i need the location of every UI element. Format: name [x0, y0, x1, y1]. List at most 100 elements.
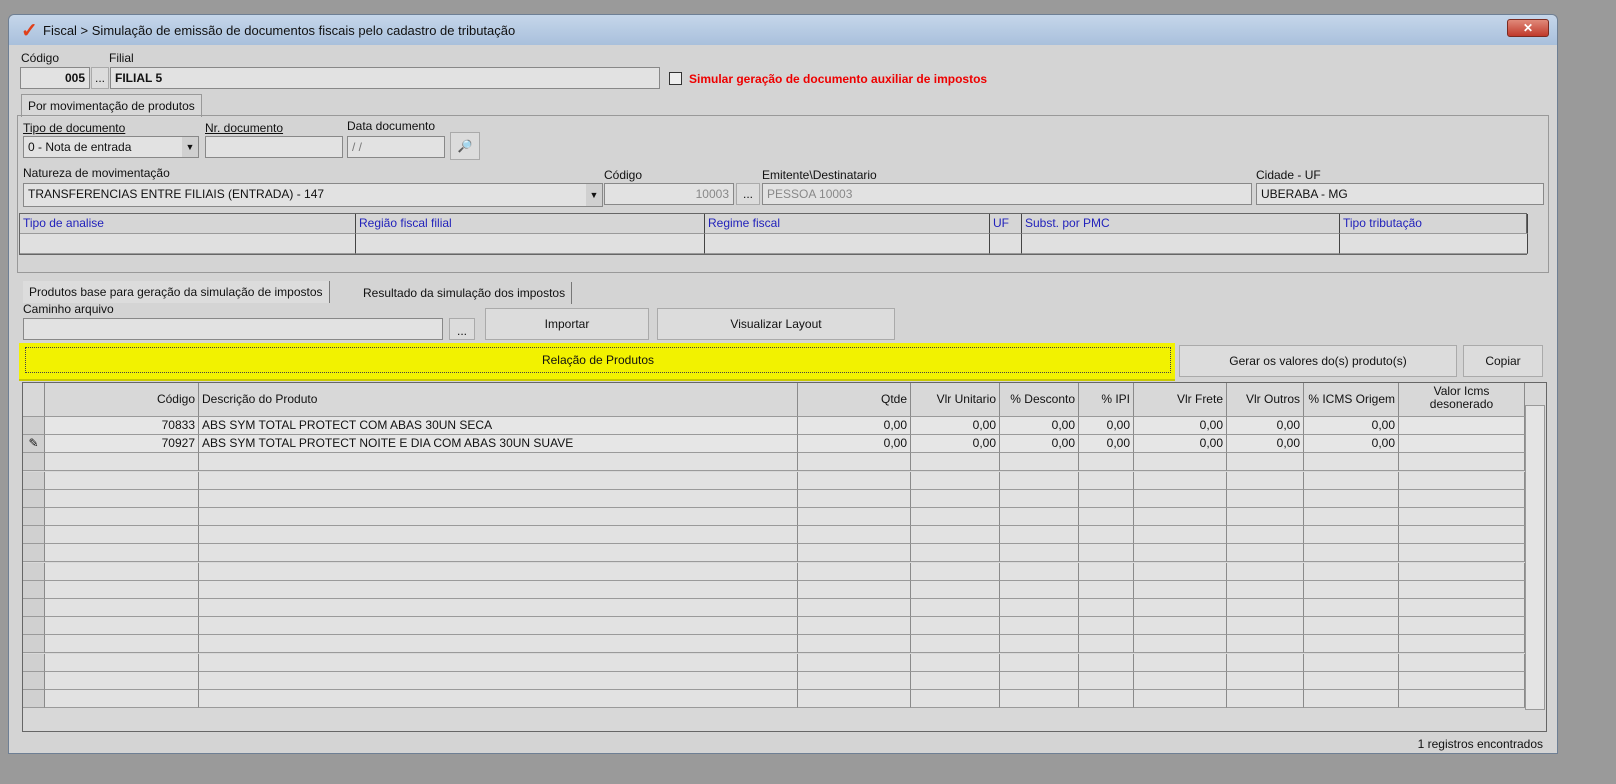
grid-cell[interactable] — [45, 690, 199, 708]
row-selector[interactable] — [23, 508, 45, 526]
grid-cell[interactable] — [1079, 690, 1134, 708]
chevron-down-icon[interactable]: ▼ — [182, 137, 198, 157]
grid-cell[interactable] — [199, 471, 798, 490]
grid-cell[interactable] — [1227, 653, 1304, 672]
grid-cell[interactable] — [911, 599, 1000, 617]
grid-cell[interactable] — [911, 690, 1000, 708]
grid-cell[interactable] — [798, 635, 911, 654]
grid-cell[interactable] — [798, 526, 911, 545]
visualizar-layout-button[interactable]: Visualizar Layout — [657, 308, 895, 340]
grid-cell[interactable]: 0,00 — [1134, 435, 1227, 454]
tab-produtos-base[interactable]: Produtos base para geração da simulação … — [23, 281, 330, 303]
grid-cell[interactable] — [1227, 690, 1304, 708]
grid-cell[interactable] — [1134, 562, 1227, 581]
close-button[interactable]: ✕ — [1507, 19, 1549, 37]
grid-cell[interactable] — [1000, 690, 1079, 708]
grid-cell[interactable] — [911, 489, 1000, 508]
filial-input[interactable]: FILIAL 5 — [110, 67, 660, 89]
grid-cell[interactable] — [45, 453, 199, 472]
grid-cell[interactable] — [199, 617, 798, 636]
grid-cell[interactable] — [1134, 508, 1227, 526]
grid-cell[interactable] — [45, 471, 199, 490]
filial-lookup-button[interactable]: ... — [91, 67, 109, 89]
grid-cell[interactable] — [199, 562, 798, 581]
grid-cell[interactable] — [798, 471, 911, 490]
grid-cell[interactable] — [199, 544, 798, 563]
grid-cell[interactable] — [1227, 580, 1304, 599]
grid-cell[interactable]: 0,00 — [1134, 417, 1227, 435]
grid-cell[interactable] — [1134, 544, 1227, 563]
grid-cell[interactable] — [1399, 617, 1525, 636]
row-selector[interactable] — [23, 635, 45, 654]
column-header[interactable]: Valor Icms desonerado — [1399, 383, 1525, 417]
grid-cell[interactable] — [45, 653, 199, 672]
row-selector[interactable] — [23, 471, 45, 490]
grid-cell[interactable] — [1227, 453, 1304, 472]
grid-cell[interactable] — [1000, 653, 1079, 672]
copiar-button[interactable]: Copiar — [1463, 345, 1543, 377]
grid-cell[interactable] — [1399, 599, 1525, 617]
search-button[interactable]: 🔎 — [450, 132, 480, 160]
grid-cell[interactable] — [1399, 690, 1525, 708]
grid-cell[interactable] — [911, 653, 1000, 672]
grid-cell[interactable] — [1227, 562, 1304, 581]
grid-cell[interactable] — [1000, 562, 1079, 581]
grid-cell[interactable] — [1304, 453, 1399, 472]
row-selector[interactable] — [23, 671, 45, 690]
grid-scrollbar[interactable] — [1525, 405, 1545, 710]
grid-cell[interactable] — [911, 580, 1000, 599]
grid-cell[interactable] — [199, 671, 798, 690]
grid-cell[interactable] — [199, 653, 798, 672]
grid-cell[interactable] — [798, 489, 911, 508]
grid-cell[interactable] — [1227, 526, 1304, 545]
grid-cell[interactable] — [1227, 617, 1304, 636]
grid-cell[interactable] — [1304, 671, 1399, 690]
column-header[interactable]: Vlr Unitario — [911, 383, 1000, 417]
grid-cell[interactable]: 0,00 — [1000, 417, 1079, 435]
importar-button[interactable]: Importar — [485, 308, 649, 340]
grid-cell[interactable] — [911, 453, 1000, 472]
grid-cell[interactable] — [798, 599, 911, 617]
grid-cell[interactable] — [798, 544, 911, 563]
grid-cell[interactable] — [1304, 544, 1399, 563]
tab-resultado[interactable]: Resultado da simulação dos impostos — [357, 282, 573, 304]
grid-cell[interactable] — [1079, 599, 1134, 617]
row-selector[interactable] — [23, 417, 45, 435]
grid-cell[interactable] — [1000, 671, 1079, 690]
grid-cell[interactable] — [45, 489, 199, 508]
grid-cell[interactable] — [45, 544, 199, 563]
grid-cell[interactable] — [1134, 671, 1227, 690]
grid-cell[interactable] — [1399, 671, 1525, 690]
grid-cell[interactable] — [1227, 635, 1304, 654]
grid-cell[interactable] — [1304, 635, 1399, 654]
grid-cell[interactable]: 0,00 — [1079, 435, 1134, 454]
grid-cell[interactable] — [911, 617, 1000, 636]
grid-cell[interactable] — [911, 526, 1000, 545]
grid-cell[interactable] — [1304, 617, 1399, 636]
grid-cell[interactable] — [1304, 471, 1399, 490]
grid-cell[interactable] — [1079, 544, 1134, 563]
grid-cell[interactable]: 0,00 — [1304, 435, 1399, 454]
grid-cell[interactable] — [45, 617, 199, 636]
grid-cell[interactable] — [1227, 544, 1304, 563]
grid-cell[interactable] — [1000, 471, 1079, 490]
grid-cell[interactable] — [1304, 580, 1399, 599]
grid-cell[interactable] — [45, 580, 199, 599]
grid-cell[interactable] — [199, 489, 798, 508]
grid-cell[interactable] — [1304, 653, 1399, 672]
grid-cell[interactable]: ABS SYM TOTAL PROTECT COM ABAS 30UN SECA — [199, 417, 798, 435]
row-selector[interactable] — [23, 690, 45, 708]
grid-cell[interactable] — [1227, 599, 1304, 617]
codigo-input[interactable]: 005 — [20, 67, 90, 89]
row-selector[interactable] — [23, 544, 45, 563]
grid-cell[interactable] — [1000, 489, 1079, 508]
column-header[interactable]: Vlr Frete — [1134, 383, 1227, 417]
grid-cell[interactable] — [1134, 580, 1227, 599]
grid-cell[interactable] — [1000, 599, 1079, 617]
grid-cell[interactable] — [1399, 562, 1525, 581]
grid-cell[interactable] — [1134, 690, 1227, 708]
grid-cell[interactable] — [798, 671, 911, 690]
grid-cell[interactable] — [1000, 617, 1079, 636]
grid-cell[interactable] — [1399, 435, 1525, 454]
grid-cell[interactable] — [1227, 508, 1304, 526]
